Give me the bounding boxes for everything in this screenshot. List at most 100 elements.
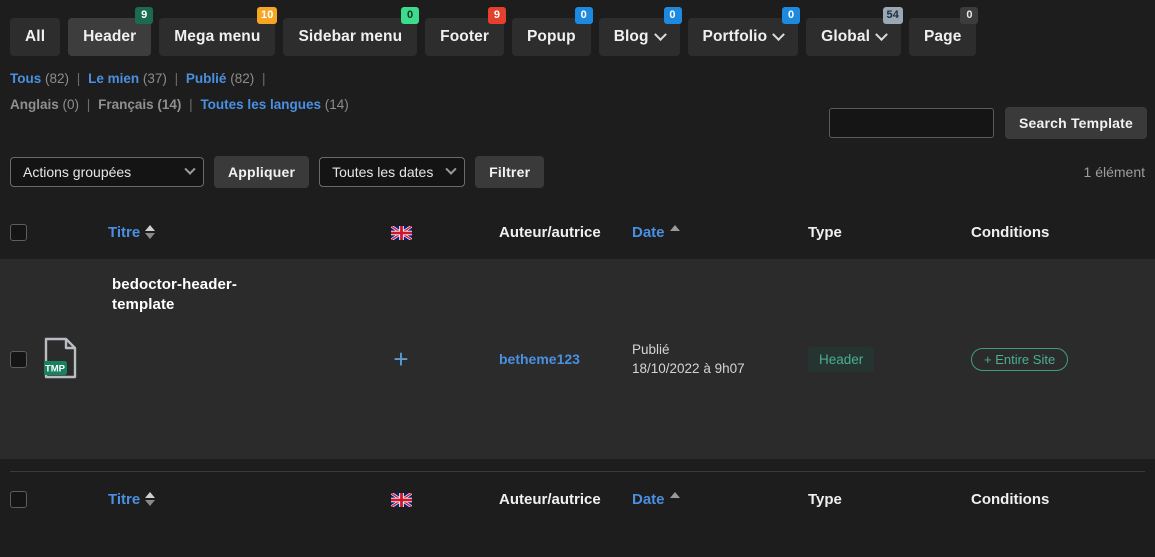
select-all-cell-footer	[10, 490, 44, 508]
chevron-down-icon	[653, 27, 667, 41]
column-label: Date	[632, 223, 665, 241]
filter-button[interactable]: Filtrer	[475, 156, 545, 188]
column-label: Type	[808, 223, 842, 241]
select-all-checkbox-footer[interactable]	[10, 490, 27, 508]
tab-badge-count: 10	[257, 7, 278, 24]
uk-flag-icon	[390, 492, 412, 507]
column-label: Auteur/autrice	[499, 490, 601, 508]
filter-link-anglais[interactable]: Anglais	[10, 97, 59, 112]
filter-count: (14)	[157, 97, 182, 112]
type-badge: Header	[808, 346, 875, 372]
tab-badge-count: 0	[663, 7, 682, 24]
tab-global[interactable]: Global 54	[806, 7, 903, 56]
tab-label: All	[25, 28, 46, 45]
apply-button[interactable]: Appliquer	[214, 156, 310, 188]
sort-both-icon	[145, 225, 156, 239]
select-all-cell	[10, 223, 44, 241]
chevron-down-icon	[445, 163, 457, 175]
tab-page[interactable]: Page 0	[908, 7, 979, 56]
column-label: Type	[808, 490, 842, 508]
search-input[interactable]	[828, 108, 994, 138]
table-row-cells: TMP + betheme123 Publié 18/10/2022 à 9h0…	[0, 329, 1155, 389]
condition-badge[interactable]: + Entire Site	[971, 347, 1069, 371]
column-header-date[interactable]: Date	[632, 224, 808, 241]
tab-footer[interactable]: Footer 9	[425, 7, 506, 56]
tab-label: Blog	[613, 28, 649, 45]
tab-mega-menu[interactable]: Mega menu 10	[159, 7, 278, 56]
bulk-actions-select[interactable]: Actions groupées	[10, 157, 204, 187]
tab-badge-count: 9	[135, 7, 154, 24]
tab-sidebar-menu[interactable]: Sidebar menu 0	[283, 7, 420, 56]
uk-flag-icon	[390, 225, 412, 240]
filter-label: Toutes les langues	[200, 97, 321, 112]
filter-count: (14)	[324, 97, 349, 112]
svg-text:TMP: TMP	[45, 363, 66, 374]
column-footer-title[interactable]: Titre	[108, 491, 303, 508]
sort-date-link[interactable]: Date	[632, 224, 680, 241]
column-footer-author: Auteur/autrice	[499, 491, 632, 508]
column-header-type: Type	[808, 224, 971, 241]
column-header-language	[303, 224, 499, 241]
column-footer-conditions: Conditions	[971, 491, 1145, 508]
tab-label: Global	[821, 28, 870, 45]
filter-link-publie[interactable]: Publié	[186, 71, 227, 86]
tab-all[interactable]: All	[10, 18, 61, 56]
row-select-cell	[10, 350, 44, 368]
search-area: Search Template	[828, 107, 1147, 139]
tab-header[interactable]: Header 9	[68, 7, 154, 56]
sort-date-link-footer[interactable]: Date	[632, 491, 680, 508]
date-value: 18/10/2022 à 9h07	[632, 361, 745, 376]
filter-separator: |	[261, 71, 266, 86]
tab-label: Sidebar menu	[298, 28, 403, 45]
row-checkbox[interactable]	[10, 350, 27, 368]
tmp-file-icon: TMP	[43, 337, 78, 382]
sort-title-link-footer[interactable]: Titre	[108, 490, 156, 508]
chevron-down-icon	[875, 27, 888, 41]
filter-label: Publié	[185, 71, 227, 86]
tab-label: Mega menu	[174, 28, 261, 45]
tab-badge-count: 0	[574, 7, 593, 24]
template-type-tabbar: All Header 9 Mega menu 10 Sidebar menu 0…	[0, 0, 1155, 58]
column-label: Titre	[108, 490, 141, 508]
column-footer-type: Type	[808, 491, 971, 508]
tab-portfolio[interactable]: Portfolio 0	[687, 7, 801, 56]
tab-label: Portfolio	[702, 28, 768, 45]
tab-label: Page	[923, 28, 962, 45]
tab-badge-count: 0	[960, 7, 979, 24]
filter-link-francais[interactable]: Français	[98, 97, 154, 112]
tab-popup[interactable]: Popup 0	[511, 7, 593, 56]
filter-link-toutes-les-langues[interactable]: Toutes les langues	[200, 97, 321, 112]
sort-ascending-icon	[669, 492, 680, 498]
select-all-checkbox[interactable]	[10, 223, 27, 241]
conditions-cell: + Entire Site	[971, 347, 1145, 371]
filter-link-le-mien[interactable]: Le mien	[88, 71, 139, 86]
tab-badge-count: 54	[882, 7, 903, 24]
add-translation-icon[interactable]: +	[393, 344, 408, 374]
filter-count: (37)	[142, 71, 167, 86]
date-filter-select[interactable]: Toutes les dates	[319, 157, 466, 187]
author-link[interactable]: betheme123	[499, 351, 580, 367]
filter-label: Le mien	[88, 71, 140, 86]
column-label: Titre	[108, 223, 141, 241]
filter-count: (82)	[230, 71, 255, 86]
filter-label: Tous	[10, 71, 42, 86]
table-footer-row: Titre Auteur/autrice Date Type Condition…	[0, 472, 1155, 526]
filter-link-tous[interactable]: Tous	[10, 71, 41, 86]
sort-title-link[interactable]: Titre	[108, 223, 156, 241]
column-label: Conditions	[971, 490, 1050, 508]
filter-separator: |	[76, 71, 81, 86]
template-title-link[interactable]: bedoctor-header-template	[112, 275, 297, 315]
chevron-down-icon	[772, 27, 786, 41]
search-template-button[interactable]: Search Template	[1004, 107, 1147, 139]
table-header-row: Titre Auteur/autrice Date Type Condition…	[0, 205, 1155, 259]
filter-separator: |	[86, 97, 91, 112]
column-footer-date[interactable]: Date	[632, 491, 808, 508]
tab-badge-count: 0	[401, 7, 420, 24]
date-status: Publié	[632, 342, 670, 357]
filter-separator: |	[174, 71, 179, 86]
status-filter-row: Tous (82) | Le mien (37) | Publié (82) |	[10, 66, 1145, 92]
tab-blog[interactable]: Blog 0	[598, 7, 682, 56]
column-header-title[interactable]: Titre	[108, 224, 303, 241]
filter-count: (82)	[45, 71, 70, 86]
sort-both-icon	[145, 492, 156, 506]
